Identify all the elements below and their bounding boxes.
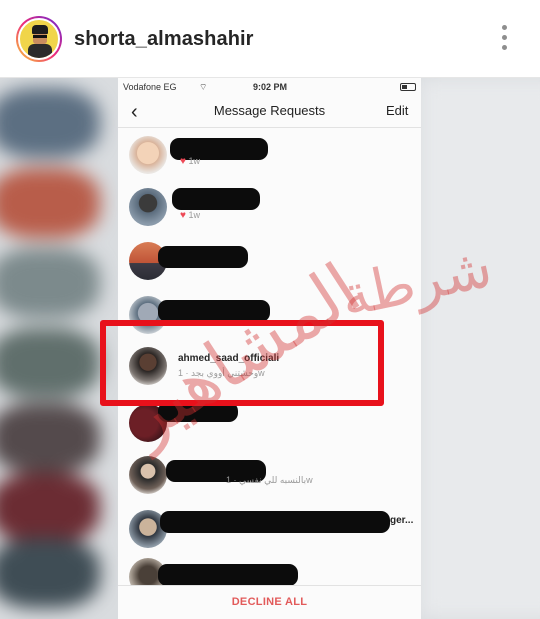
carrier-label: Vodafone EG [123, 82, 177, 92]
redaction-bar [172, 188, 260, 210]
list-item[interactable]: ♥ 1w [118, 128, 421, 182]
policeman-avatar-icon [18, 18, 60, 60]
request-meta: ♥ 1w [180, 210, 200, 221]
edit-button[interactable]: Edit [386, 103, 408, 118]
decline-all-button[interactable]: DECLINE ALL [118, 596, 421, 608]
list-item[interactable]: ♥ 1w [118, 182, 421, 236]
status-time: 9:02 PM [253, 82, 288, 92]
battery-icon [400, 83, 416, 91]
nav-bar: ‹ Message Requests Edit [118, 96, 421, 128]
page-title: Message Requests [213, 103, 326, 118]
request-username: ger... [390, 515, 414, 526]
highlight-box [100, 320, 384, 406]
redaction-bar [160, 511, 390, 533]
redaction-bar [158, 564, 298, 586]
list-item[interactable] [118, 398, 421, 452]
avatar [129, 136, 167, 174]
more-vertical-icon[interactable] [496, 25, 512, 55]
list-item[interactable] [118, 236, 421, 290]
request-meta: بالنسبه للي نفسي · 1w [226, 475, 313, 485]
list-item[interactable]: بالنسبه للي نفسي · 1w [118, 452, 421, 506]
heart-icon: ♥ [180, 210, 186, 221]
blurred-right-column [420, 78, 540, 619]
post-username[interactable]: shorta_almashahir [74, 28, 254, 51]
post-header: shorta_almashahir [0, 0, 540, 78]
list-item[interactable]: ger... [118, 506, 421, 560]
redaction-bar [158, 300, 270, 322]
heart-icon: ♥ [180, 156, 186, 167]
decline-bar: DECLINE ALL [118, 585, 421, 619]
request-meta: ♥ 1w [180, 156, 200, 167]
redaction-bar [158, 246, 248, 268]
profile-avatar[interactable] [16, 16, 62, 62]
avatar [129, 188, 167, 226]
wifi-icon: ⌔ [199, 82, 208, 92]
avatar [129, 456, 167, 494]
status-bar: Vodafone EG ⌔ 9:02 PM [118, 78, 421, 96]
